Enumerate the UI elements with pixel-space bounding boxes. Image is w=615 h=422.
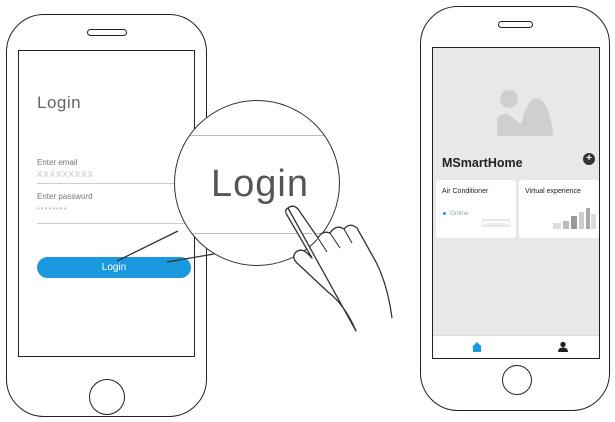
pointing-hand-icon: [285, 205, 393, 332]
